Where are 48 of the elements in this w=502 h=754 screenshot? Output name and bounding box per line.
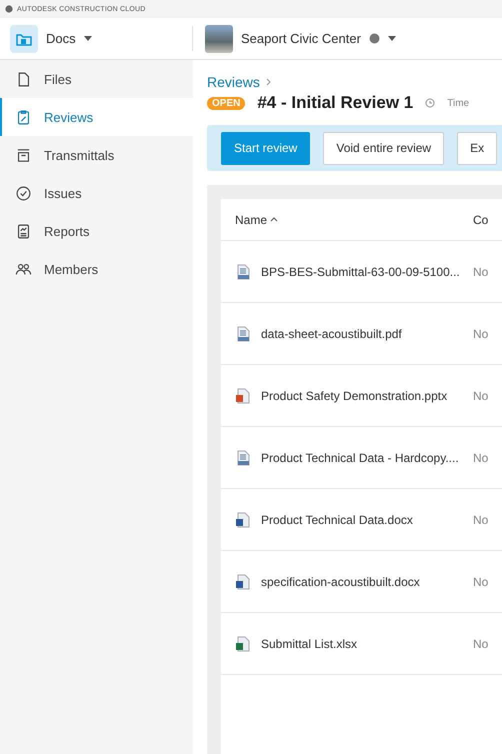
caret-icon [388,36,396,41]
review-meta: Time [447,98,470,108]
photo-placeholder [205,24,233,52]
action-button[interactable]: Void entire review [323,132,444,164]
word-file-icon [235,574,251,590]
column-header[interactable]: Co [473,212,502,226]
table-cell-text: No [473,574,490,588]
pdf-file-icon [235,264,251,280]
file-name[interactable]: data-sheet-acoustibuilt.pdf [261,326,402,340]
check-circle-icon [15,184,32,202]
project-switcher[interactable]: Seaport Civic Center [193,18,396,59]
report-icon [15,222,32,240]
sidebar-item[interactable]: Reviews [0,98,193,136]
module-switcher[interactable]: Docs [10,24,92,52]
clock-icon [425,98,436,108]
sidebar-item[interactable]: Issues [0,174,193,212]
table-cell-text: No [473,450,490,464]
table-cell-text: No [473,326,490,340]
pdf-file-icon [235,450,251,466]
word-file-icon [235,512,251,528]
sort-up-icon [270,217,278,222]
clipboard-icon [15,108,32,126]
column-header[interactable]: Name [235,212,278,226]
sidebar-item[interactable]: Members [0,250,193,288]
tray-icon [15,146,32,164]
file-name[interactable]: Product Technical Data - Hardcopy.... [261,450,459,464]
folder-icon [10,24,38,52]
pdf-file-icon [235,326,251,342]
breadcrumb-link[interactable]: Reviews [207,74,260,90]
slides-file-icon [235,388,251,404]
sidebar-item[interactable]: Files [0,60,193,98]
file-name[interactable]: BPS-BES-Submittal-63-00-09-5100... [261,264,460,278]
action-button[interactable]: Ex [457,132,498,164]
review-title: #4 - Initial Review 1 [257,93,414,113]
table-cell-text: No [473,388,490,402]
file-name[interactable]: Product Technical Data.docx [261,512,413,526]
file-name[interactable]: Submittal List.xlsx [261,636,358,650]
file-name[interactable]: specification-acoustibuilt.docx [261,574,420,588]
file-name[interactable]: Product Safety Demonstration.pptx [261,388,448,402]
status-badge: OPEN [207,96,246,110]
table-cell-text: No [473,512,490,526]
chevron-right-icon [266,78,271,86]
table-cell-text: No [473,264,490,278]
caret-icon [84,36,92,41]
spreadsheet-file-icon [235,636,251,652]
sidebar-item[interactable]: Reports [0,212,193,250]
sidebar-item[interactable]: Transmittals [0,136,193,174]
table-cell-text: No [473,636,490,650]
